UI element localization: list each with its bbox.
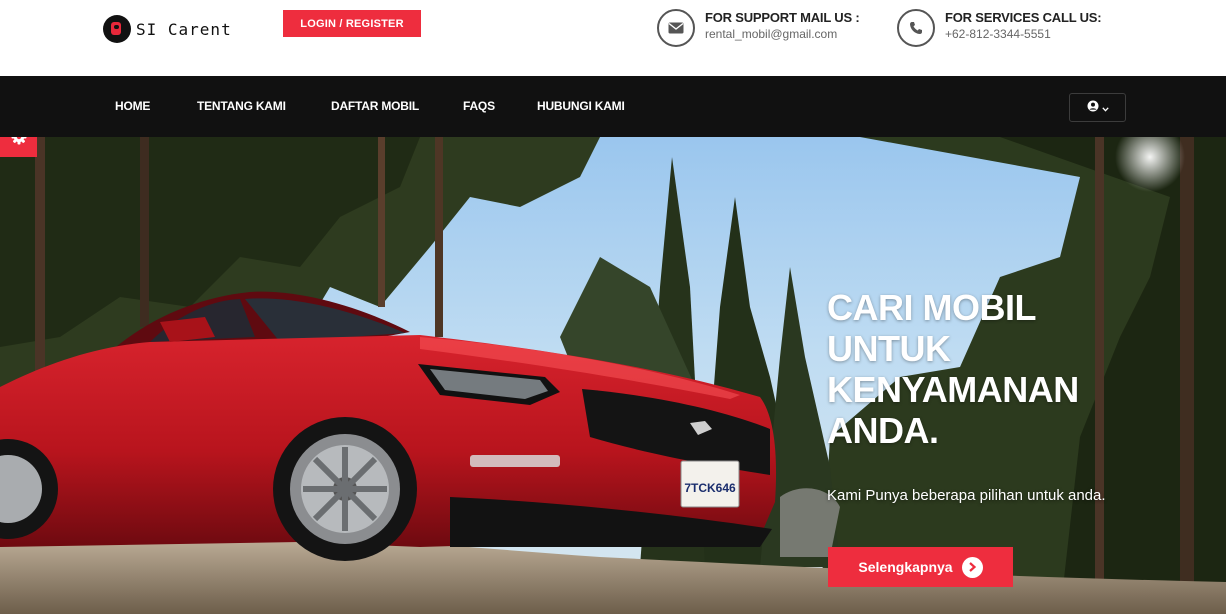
services-title: FOR SERVICES CALL US: (945, 10, 1102, 25)
main-nav: HOME TENTANG KAMI DAFTAR MOBIL FAQS HUBU… (0, 76, 1226, 137)
nav-home[interactable]: HOME (115, 99, 150, 113)
arrow-right-circle-icon (961, 556, 983, 578)
user-icon (1087, 99, 1099, 117)
settings-toggle[interactable] (0, 137, 37, 157)
mail-icon (657, 9, 695, 47)
support-title: FOR SUPPORT MAIL US : (705, 10, 860, 25)
brand-logo[interactable]: SI Carent (103, 15, 232, 43)
services-call-block: FOR SERVICES CALL US: +62-812-3344-5551 (897, 9, 1102, 47)
car-logo-icon (103, 15, 131, 43)
nav-daftar-mobil[interactable]: DAFTAR MOBIL (331, 99, 419, 113)
license-plate: 7TCK646 (684, 481, 736, 495)
nav-faqs[interactable]: FAQS (463, 99, 495, 113)
nav-hubungi-kami[interactable]: HUBUNGI KAMI (537, 99, 625, 113)
hero-subtitle: Kami Punya beberapa pilihan untuk anda. (827, 487, 1106, 504)
cta-label: Selengkapnya (858, 559, 953, 575)
hero-title: CARI MOBIL UNTUK KENYAMANAN ANDA. (827, 287, 1079, 451)
top-header: SI Carent LOGIN / REGISTER FOR SUPPORT M… (0, 0, 1226, 76)
phone-icon (897, 9, 935, 47)
login-register-button[interactable]: LOGIN / REGISTER (283, 10, 421, 37)
chevron-down-icon (1101, 99, 1109, 117)
gear-icon (11, 137, 27, 150)
services-phone[interactable]: +62-812-3344-5551 (945, 27, 1101, 41)
brand-name: SI Carent (136, 19, 232, 39)
user-menu-button[interactable] (1069, 93, 1126, 122)
support-mail-block: FOR SUPPORT MAIL US : rental_mobil@gmail… (657, 9, 860, 47)
selengkapnya-button[interactable]: Selengkapnya (828, 547, 1013, 587)
support-email[interactable]: rental_mobil@gmail.com (705, 27, 859, 41)
nav-tentang-kami[interactable]: TENTANG KAMI (197, 99, 286, 113)
